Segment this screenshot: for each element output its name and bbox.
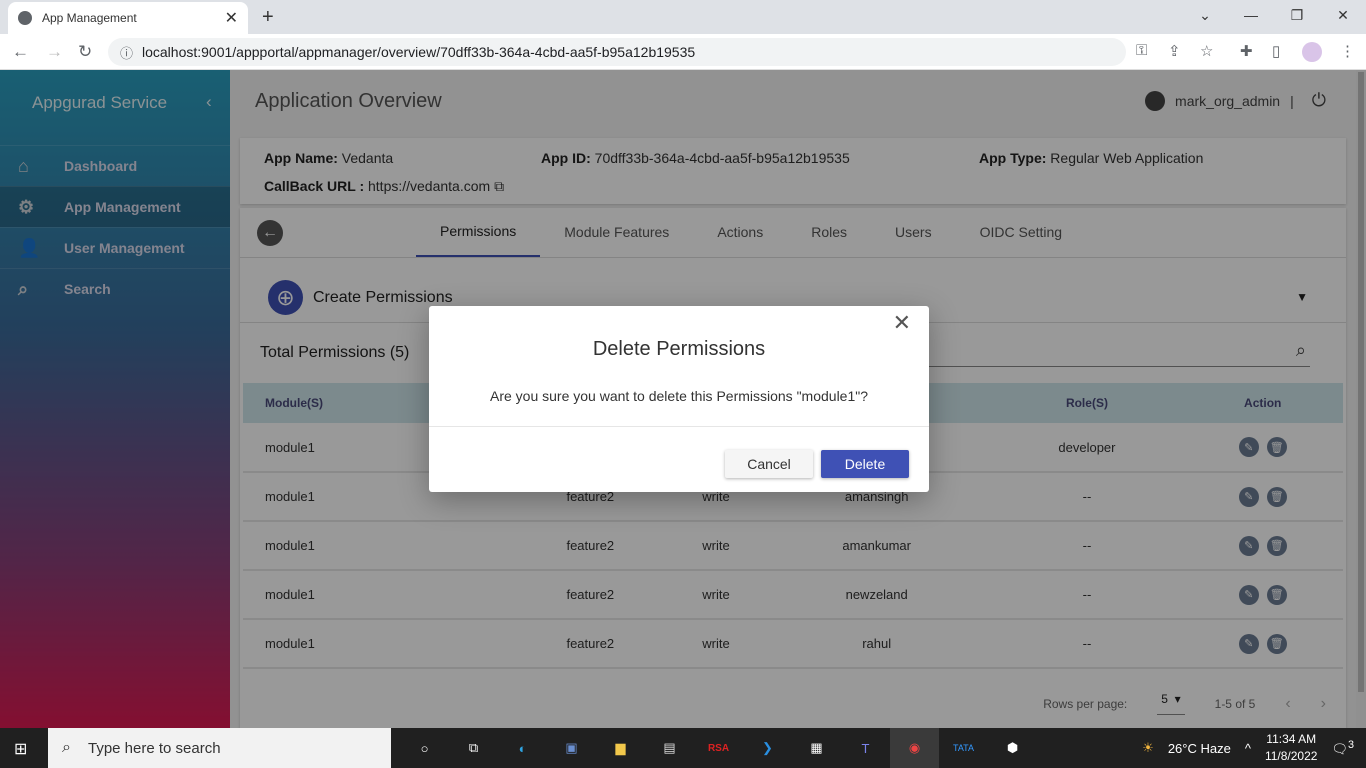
extensions-icon[interactable]: ✚ [1240,42,1253,60]
info-icon: ⓘ [120,45,134,61]
close-tab-icon[interactable]: ✕ [225,8,238,28]
close-window-button[interactable]: ✕ [1320,0,1366,30]
taskbar-search[interactable]: ⌕ Type here to search [48,728,391,768]
weather[interactable]: 26°C Haze [1168,741,1231,756]
tray-expand-icon[interactable]: ^ [1245,741,1251,756]
dialog-message: Are you sure you want to delete this Per… [489,388,869,404]
windows-start-icon[interactable]: ⊞ [14,739,27,759]
key-icon[interactable]: ⚿ [1136,42,1147,59]
tab-title: App Management [42,11,137,25]
restore-button[interactable]: ❐ [1274,0,1320,30]
tata-icon[interactable]: TATA [939,728,988,768]
chrome-icon[interactable]: ◉ [890,728,939,768]
dialog-title: Delete Permissions [592,338,766,360]
app-window-icon[interactable]: ▦ [792,728,841,768]
chevron-down-icon[interactable]: ⌄ [1182,0,1228,30]
url-text: localhost:9001/appportal/appmanager/over… [142,44,696,60]
menu-icon[interactable]: ⋮ [1340,42,1355,60]
forward-icon[interactable]: → [46,42,63,62]
weather-icon[interactable]: ☀ [1142,740,1154,756]
edge-icon[interactable]: ◐ [498,728,547,768]
vscode-icon[interactable]: ❯ [743,728,792,768]
teams-icon[interactable]: T [841,728,890,768]
globe-icon [18,11,32,25]
task-view-icon[interactable]: ⧉ [449,728,498,768]
clock[interactable]: 11:34 AM 11/8/2022 [1265,731,1318,765]
delete-permissions-dialog: ✕ Delete Permissions Are you sure you wa… [429,306,929,492]
cortana-icon[interactable]: ○ [400,728,449,768]
share-icon[interactable]: ⇪ [1168,42,1181,60]
side-panel-icon[interactable]: ▯ [1272,42,1280,60]
browser-tab[interactable]: App Management ✕ [8,2,248,34]
new-tab-button[interactable]: + [262,6,274,29]
close-icon[interactable]: ✕ [893,310,911,336]
url-input[interactable]: ⓘ localhost:9001/appportal/appmanager/ove… [108,38,1126,66]
installer-icon[interactable]: ⬢ [988,728,1037,768]
delete-button[interactable]: Delete [821,450,909,478]
file-explorer-icon[interactable]: ▆ [596,728,645,768]
rsa-icon[interactable]: RSA [694,728,743,768]
star-icon[interactable]: ☆ [1200,42,1213,60]
store-icon[interactable]: ▤ [645,728,694,768]
minimize-button[interactable]: — [1228,0,1274,30]
browser-tab-bar: App Management ✕ + ⌄ — ❐ ✕ [0,0,1366,34]
taskbar: ⊞ ⌕ Type here to search ○ ⧉ ◐ ▣ ▆ ▤ RSA ❯… [0,728,1366,768]
search-placeholder: Type here to search [88,739,221,757]
back-icon[interactable]: ← [12,42,29,62]
search-icon: ⌕ [62,739,71,756]
profile-avatar[interactable] [1302,42,1322,62]
address-bar-row: ← → ↻ ⓘ localhost:9001/appportal/appmanag… [0,34,1366,70]
network-app-icon[interactable]: ▣ [547,728,596,768]
reload-icon[interactable]: ↻ [78,42,92,62]
cancel-button[interactable]: Cancel [725,450,813,478]
notifications-icon[interactable]: 🗨3 [1331,739,1354,757]
